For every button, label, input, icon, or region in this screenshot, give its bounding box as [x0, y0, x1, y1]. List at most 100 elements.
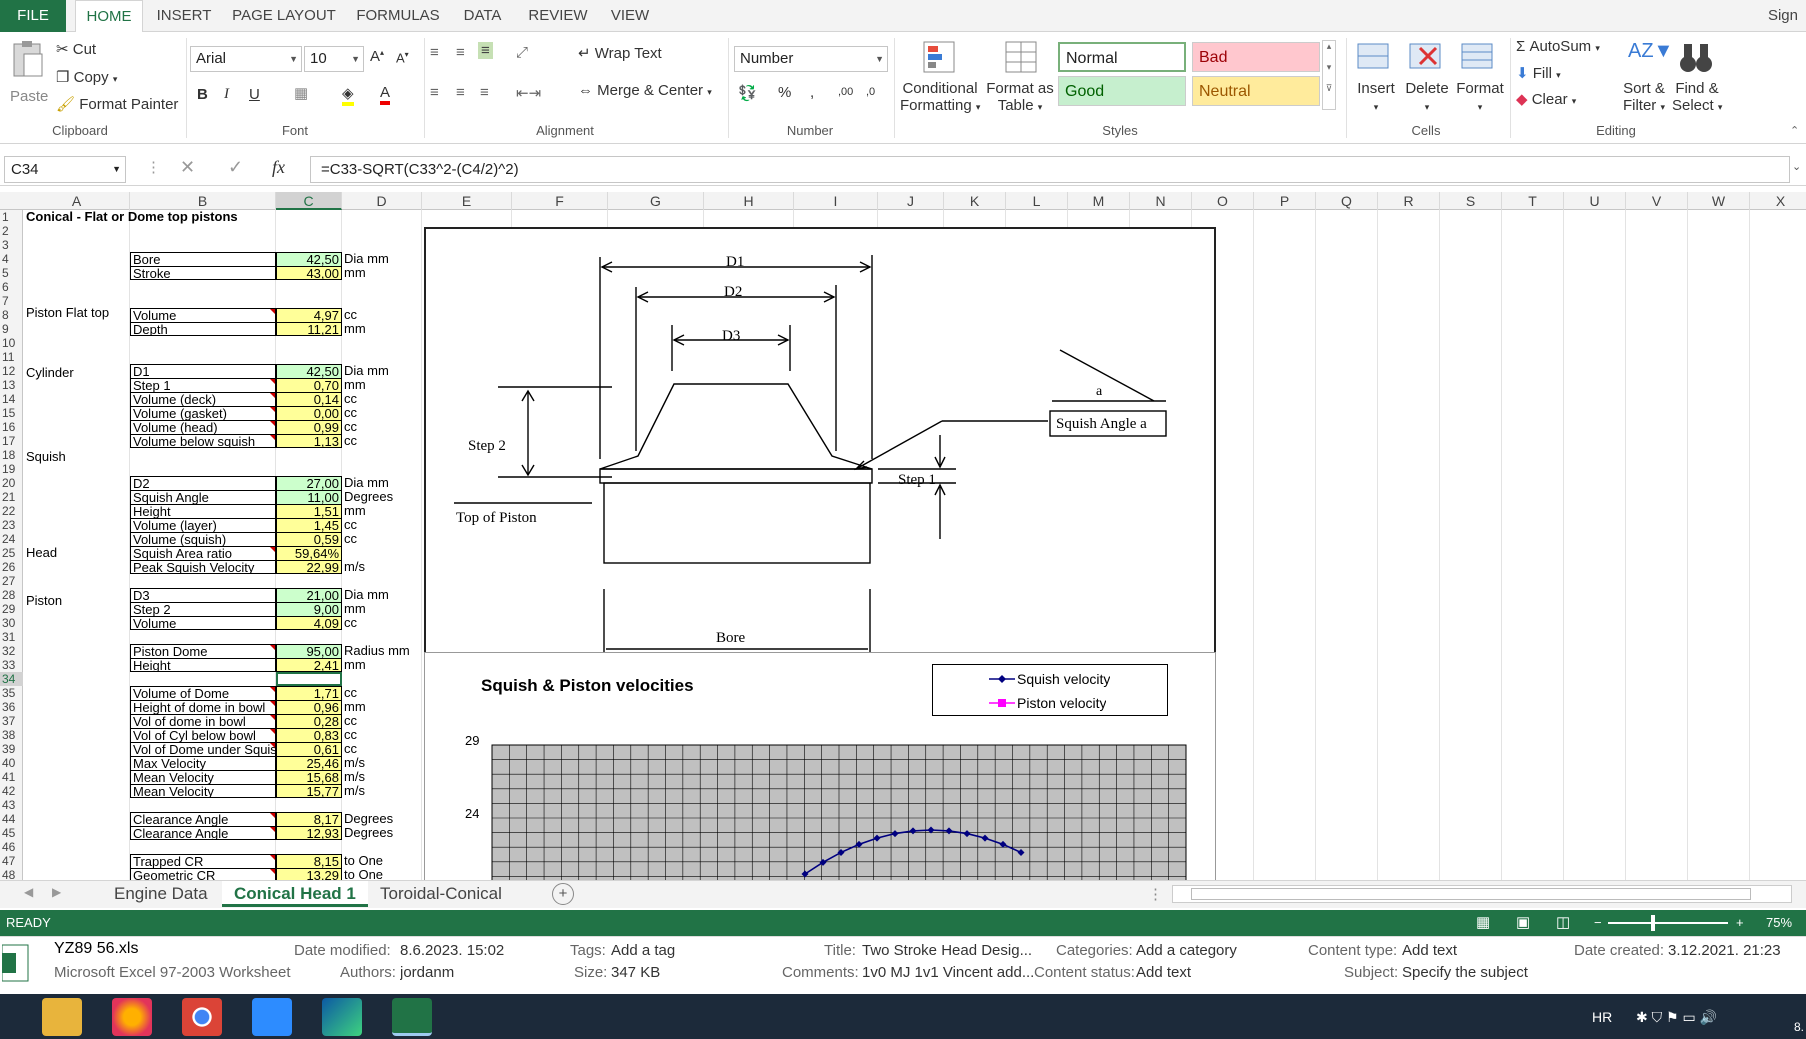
- borders-button[interactable]: ▦: [294, 84, 308, 102]
- align-center-button[interactable]: ≡: [456, 84, 465, 101]
- number-format-select[interactable]: Number ▼: [734, 46, 888, 72]
- parameter-label[interactable]: Volume below squish: [130, 434, 276, 448]
- parameter-label[interactable]: D2: [130, 476, 276, 490]
- tab-file[interactable]: FILE: [0, 0, 66, 32]
- parameter-value[interactable]: 0,96: [276, 700, 342, 714]
- parameter-value[interactable]: 0,83: [276, 728, 342, 742]
- clock[interactable]: 8.: [1794, 1018, 1804, 1036]
- zoom-out-icon[interactable]: −: [1594, 910, 1602, 936]
- parameter-label[interactable]: Vol of dome in bowl: [130, 714, 276, 728]
- row-header[interactable]: 44: [0, 812, 23, 826]
- collapse-ribbon-icon[interactable]: ⌃: [1790, 124, 1799, 137]
- parameter-label[interactable]: Volume: [130, 308, 276, 322]
- column-header[interactable]: O: [1192, 192, 1254, 210]
- format-painter-button[interactable]: 🖌 Format Painter: [56, 95, 178, 113]
- row-header[interactable]: 23: [0, 518, 23, 532]
- worksheet-grid[interactable]: ABCDEFGHIJKLMNOPQRSTUVWX 1 2 3 4 5 6 7 8 9 10 11 12…: [0, 192, 1806, 880]
- parameter-label[interactable]: Clearance Angle: [130, 826, 276, 840]
- parameter-value[interactable]: 0,14: [276, 392, 342, 406]
- comma-button[interactable]: ,: [810, 84, 814, 101]
- add-sheet-button[interactable]: +: [552, 883, 574, 905]
- merge-center-button[interactable]: ⇔ Merge & Center ▾: [578, 82, 712, 99]
- font-size-select[interactable]: 10 ▼: [304, 46, 364, 72]
- parameter-label[interactable]: D3: [130, 588, 276, 602]
- row-header[interactable]: 26: [0, 560, 23, 574]
- parameter-label[interactable]: Trapped CR: [130, 854, 276, 868]
- content-status-value[interactable]: Add text: [1136, 963, 1191, 983]
- row-header[interactable]: 16: [0, 420, 23, 434]
- file-explorer-icon[interactable]: [42, 998, 82, 1036]
- autosum-button[interactable]: Σ AutoSum ▾: [1516, 38, 1600, 55]
- tab-formulas[interactable]: FORMULAS: [352, 0, 444, 32]
- parameter-value[interactable]: 1,71: [276, 686, 342, 700]
- row-header[interactable]: 8: [0, 308, 23, 322]
- parameter-value[interactable]: 15,77: [276, 784, 342, 798]
- row-header[interactable]: 28: [0, 588, 23, 602]
- cancel-formula-icon[interactable]: ✕: [180, 157, 195, 178]
- parameter-value[interactable]: 8,15: [276, 854, 342, 868]
- parameter-label[interactable]: Height of dome in bowl: [130, 700, 276, 714]
- clear-button[interactable]: ◆ Clear ▾: [1516, 90, 1576, 108]
- normal-view-icon[interactable]: ▦: [1476, 910, 1490, 936]
- sheet-tab-toroidal-conical[interactable]: Toroidal-Conical: [368, 881, 514, 907]
- row-header[interactable]: 24: [0, 532, 23, 546]
- row-header[interactable]: 19: [0, 462, 23, 476]
- scroll-right-icon[interactable]: ▶: [52, 885, 61, 899]
- row-header[interactable]: 5: [0, 266, 23, 280]
- column-header[interactable]: Q: [1316, 192, 1378, 210]
- row-header[interactable]: 12: [0, 364, 23, 378]
- parameter-value[interactable]: 21,00: [276, 588, 342, 602]
- zoom-level[interactable]: 75%: [1766, 910, 1792, 936]
- parameter-label[interactable]: Step 2: [130, 602, 276, 616]
- style-good[interactable]: Good: [1058, 76, 1186, 106]
- authors-value[interactable]: jordanm: [400, 963, 454, 983]
- excel-taskbar-icon[interactable]: [392, 998, 432, 1036]
- row-header[interactable]: 6: [0, 280, 23, 294]
- fill-button[interactable]: ⬇ Fill ▾: [1516, 64, 1561, 82]
- parameter-label[interactable]: Bore: [130, 252, 276, 266]
- indent-button[interactable]: ⇤⇥: [516, 84, 541, 102]
- row-header[interactable]: 27: [0, 574, 23, 588]
- find-select-button[interactable]: Find & Select ▾: [1672, 80, 1722, 114]
- insert-cells-button[interactable]: Insert ▾: [1354, 80, 1398, 114]
- parameter-value[interactable]: 0,28: [276, 714, 342, 728]
- tab-view[interactable]: VIEW: [604, 0, 656, 32]
- parameter-value[interactable]: 25,46: [276, 756, 342, 770]
- column-header[interactable]: S: [1440, 192, 1502, 210]
- parameter-value[interactable]: 0,70: [276, 378, 342, 392]
- decrease-decimal-button[interactable]: ,0: [866, 86, 875, 98]
- firefox-icon[interactable]: [112, 998, 152, 1036]
- row-header[interactable]: 30: [0, 616, 23, 630]
- tray-icons[interactable]: ✱ ⛉ ⚑ ▭ 🔊: [1636, 1008, 1717, 1026]
- copy-button[interactable]: ❐ Copy ▾: [56, 68, 117, 86]
- parameter-value[interactable]: 9,00: [276, 602, 342, 616]
- cut-button[interactable]: ✂ Cut: [56, 40, 96, 58]
- tags-value[interactable]: Add a tag: [611, 941, 675, 961]
- parameter-label[interactable]: Geometric CR: [130, 868, 276, 880]
- row-header[interactable]: 41: [0, 770, 23, 784]
- enter-formula-icon[interactable]: ✓: [228, 157, 243, 178]
- subject-value[interactable]: Specify the subject: [1402, 963, 1528, 983]
- parameter-label[interactable]: Mean Velocity: [130, 784, 276, 798]
- parameter-label[interactable]: Clearance Angle: [130, 812, 276, 826]
- column-header[interactable]: B: [130, 192, 276, 210]
- row-header[interactable]: 35: [0, 686, 23, 700]
- content-type-value[interactable]: Add text: [1402, 941, 1457, 961]
- parameter-value[interactable]: 13,29: [276, 868, 342, 880]
- row-header[interactable]: 33: [0, 658, 23, 672]
- underline-button[interactable]: U: [249, 86, 260, 103]
- column-header[interactable]: H: [704, 192, 794, 210]
- row-header[interactable]: 46: [0, 840, 23, 854]
- row-header[interactable]: 38: [0, 728, 23, 742]
- increase-decimal-button[interactable]: ,00: [838, 86, 853, 98]
- parameter-label[interactable]: Volume (deck): [130, 392, 276, 406]
- column-header[interactable]: V: [1626, 192, 1688, 210]
- row-header[interactable]: 3: [0, 238, 23, 252]
- parameter-value[interactable]: 95,00: [276, 644, 342, 658]
- tab-review[interactable]: REVIEW: [522, 0, 594, 32]
- parameter-label[interactable]: Volume (head): [130, 420, 276, 434]
- row-header[interactable]: 32: [0, 644, 23, 658]
- name-box[interactable]: C34 ▼: [4, 156, 126, 183]
- row-header[interactable]: 7: [0, 294, 23, 308]
- parameter-value[interactable]: 4,97: [276, 308, 342, 322]
